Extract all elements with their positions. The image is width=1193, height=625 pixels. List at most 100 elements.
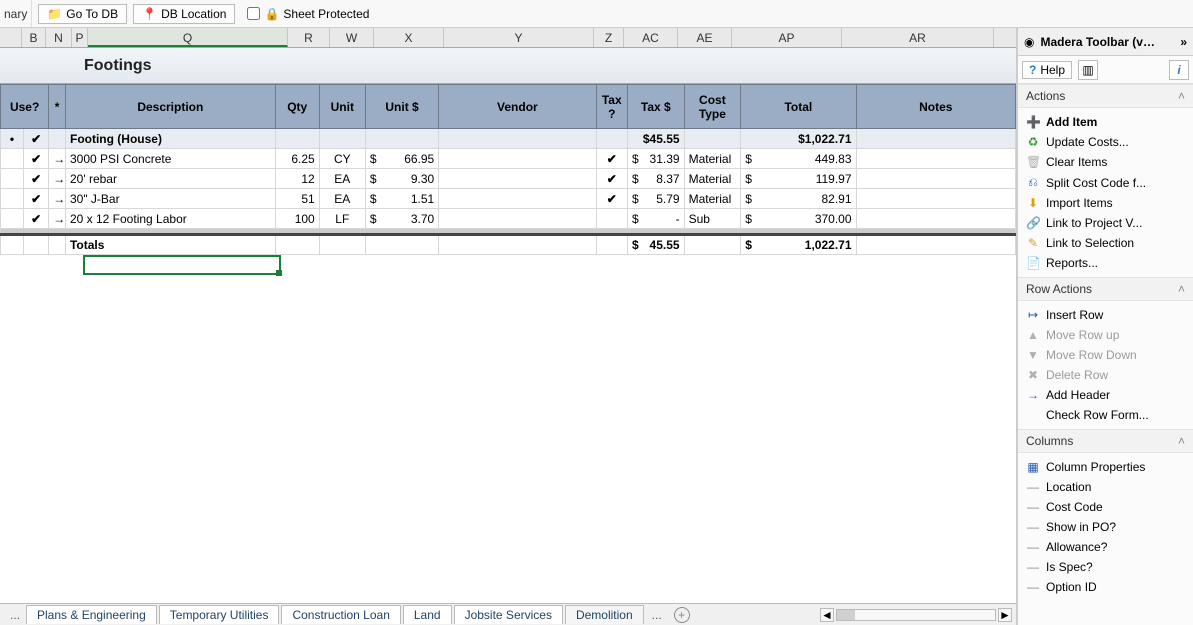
- col-unit-price[interactable]: Unit $: [365, 85, 438, 129]
- row-arrow-icon[interactable]: →: [49, 189, 66, 209]
- tax-cell[interactable]: $8.37: [627, 169, 684, 189]
- use-check[interactable]: ✔: [24, 149, 49, 169]
- use-check[interactable]: ✔: [24, 189, 49, 209]
- costtype-cell[interactable]: Material: [684, 149, 741, 169]
- action-item[interactable]: ⎌Split Cost Code f...: [1018, 172, 1193, 193]
- unit-cell[interactable]: LF: [319, 209, 365, 229]
- column-letter[interactable]: AP: [732, 28, 842, 47]
- action-item[interactable]: 🗑Clear Items: [1018, 152, 1193, 172]
- col-total[interactable]: Total: [741, 85, 856, 129]
- row-arrow-icon[interactable]: →: [49, 209, 66, 229]
- unit-cell[interactable]: CY: [319, 149, 365, 169]
- group-total[interactable]: $1,022.71: [741, 129, 856, 149]
- cell[interactable]: [24, 235, 49, 255]
- action-item[interactable]: 📄Reports...: [1018, 253, 1193, 273]
- costtype-cell[interactable]: Sub: [684, 209, 741, 229]
- cell[interactable]: [1, 235, 24, 255]
- totals-label[interactable]: Totals: [65, 235, 275, 255]
- desc-cell[interactable]: 20 x 12 Footing Labor: [65, 209, 275, 229]
- blank[interactable]: [1, 209, 24, 229]
- scroll-thumb[interactable]: [837, 610, 855, 620]
- star-cell[interactable]: [49, 129, 66, 149]
- col-taxq[interactable]: Tax ?: [596, 85, 627, 129]
- cell[interactable]: [319, 129, 365, 149]
- panel-layout-button[interactable]: ▥: [1078, 60, 1098, 80]
- sheet-tab[interactable]: Land: [403, 605, 452, 624]
- action-item[interactable]: —Is Spec?: [1018, 557, 1193, 577]
- action-item[interactable]: ↦Insert Row: [1018, 305, 1193, 325]
- action-item[interactable]: ➕Add Item: [1018, 112, 1193, 132]
- table-row[interactable]: ✔→20' rebar12EA$9.30✔$8.37Material$119.9…: [1, 169, 1016, 189]
- action-item[interactable]: ✎Link to Selection: [1018, 233, 1193, 253]
- qty-cell[interactable]: 51: [275, 189, 319, 209]
- section-columns-header[interactable]: Columns ˄: [1018, 429, 1193, 453]
- blank[interactable]: [1, 149, 24, 169]
- cell[interactable]: [596, 235, 627, 255]
- column-letter[interactable]: X: [374, 28, 444, 47]
- cell[interactable]: [596, 129, 627, 149]
- desc-cell[interactable]: 30" J-Bar: [65, 189, 275, 209]
- total-cell[interactable]: $82.91: [741, 189, 856, 209]
- cell[interactable]: [856, 235, 1015, 255]
- blank[interactable]: [1, 169, 24, 189]
- use-check[interactable]: ✔: [24, 129, 49, 149]
- costtype-cell[interactable]: Material: [684, 189, 741, 209]
- action-item[interactable]: —Show in PO?: [1018, 517, 1193, 537]
- notes-cell[interactable]: [856, 149, 1015, 169]
- column-letter[interactable]: B: [22, 28, 46, 47]
- sheet-tab[interactable]: Demolition: [565, 605, 644, 624]
- col-qty[interactable]: Qty: [275, 85, 319, 129]
- cell[interactable]: [684, 235, 741, 255]
- column-letter[interactable]: Z: [594, 28, 624, 47]
- sheet-tab[interactable]: Jobsite Services: [454, 605, 563, 624]
- vendor-cell[interactable]: [439, 189, 596, 209]
- costtype-cell[interactable]: Material: [684, 169, 741, 189]
- col-cost-type[interactable]: Cost Type: [684, 85, 741, 129]
- sheet-protected-toggle[interactable]: 🔒 Sheet Protected: [247, 7, 369, 21]
- tax-cell[interactable]: $31.39: [627, 149, 684, 169]
- total-cell[interactable]: $119.97: [741, 169, 856, 189]
- taxq-cell[interactable]: ✔: [596, 149, 627, 169]
- column-letter[interactable]: [0, 28, 22, 47]
- qty-cell[interactable]: 100: [275, 209, 319, 229]
- vendor-cell[interactable]: [439, 169, 596, 189]
- cell[interactable]: [684, 129, 741, 149]
- cell[interactable]: [49, 235, 66, 255]
- db-location-button[interactable]: 📍 DB Location: [133, 4, 235, 24]
- panel-info-button[interactable]: i: [1169, 60, 1189, 80]
- sheet-body[interactable]: Use? * Description Qty Unit Unit $ Vendo…: [0, 84, 1016, 603]
- column-letter[interactable]: Y: [444, 28, 594, 47]
- column-letter[interactable]: P: [72, 28, 88, 47]
- column-letter[interactable]: AR: [842, 28, 994, 47]
- action-item[interactable]: —Allowance?: [1018, 537, 1193, 557]
- tax-cell[interactable]: $5.79: [627, 189, 684, 209]
- row-arrow-icon[interactable]: →: [49, 149, 66, 169]
- col-star[interactable]: *: [49, 85, 66, 129]
- cell[interactable]: [439, 235, 596, 255]
- qty-cell[interactable]: 12: [275, 169, 319, 189]
- sheet-tab[interactable]: Temporary Utilities: [159, 605, 280, 624]
- use-check[interactable]: ✔: [24, 209, 49, 229]
- tax-cell[interactable]: $-: [627, 209, 684, 229]
- column-letter[interactable]: N: [46, 28, 72, 47]
- action-item[interactable]: ▦Column Properties: [1018, 457, 1193, 477]
- notes-cell[interactable]: [856, 209, 1015, 229]
- desc-cell[interactable]: 20' rebar: [65, 169, 275, 189]
- group-tax[interactable]: $45.55: [627, 129, 684, 149]
- sheet-tab[interactable]: Plans & Engineering: [26, 605, 157, 624]
- col-tax[interactable]: Tax $: [627, 85, 684, 129]
- vendor-cell[interactable]: [439, 149, 596, 169]
- section-actions-header[interactable]: Actions ˄: [1018, 84, 1193, 108]
- col-use[interactable]: Use?: [1, 85, 49, 129]
- help-button[interactable]: ? Help: [1022, 61, 1072, 79]
- cell[interactable]: [319, 235, 365, 255]
- sheet-protected-checkbox[interactable]: [247, 7, 260, 20]
- taxq-cell[interactable]: ✔: [596, 169, 627, 189]
- table-row[interactable]: ✔→3000 PSI Concrete6.25CY$66.95✔$31.39Ma…: [1, 149, 1016, 169]
- column-letter[interactable]: W: [330, 28, 374, 47]
- group-row[interactable]: •✔Footing (House)$45.55$1,022.71: [1, 129, 1016, 149]
- use-check[interactable]: ✔: [24, 169, 49, 189]
- blank[interactable]: [1, 189, 24, 209]
- section-rowactions-header[interactable]: Row Actions ˄: [1018, 277, 1193, 301]
- unit-cell[interactable]: EA: [319, 169, 365, 189]
